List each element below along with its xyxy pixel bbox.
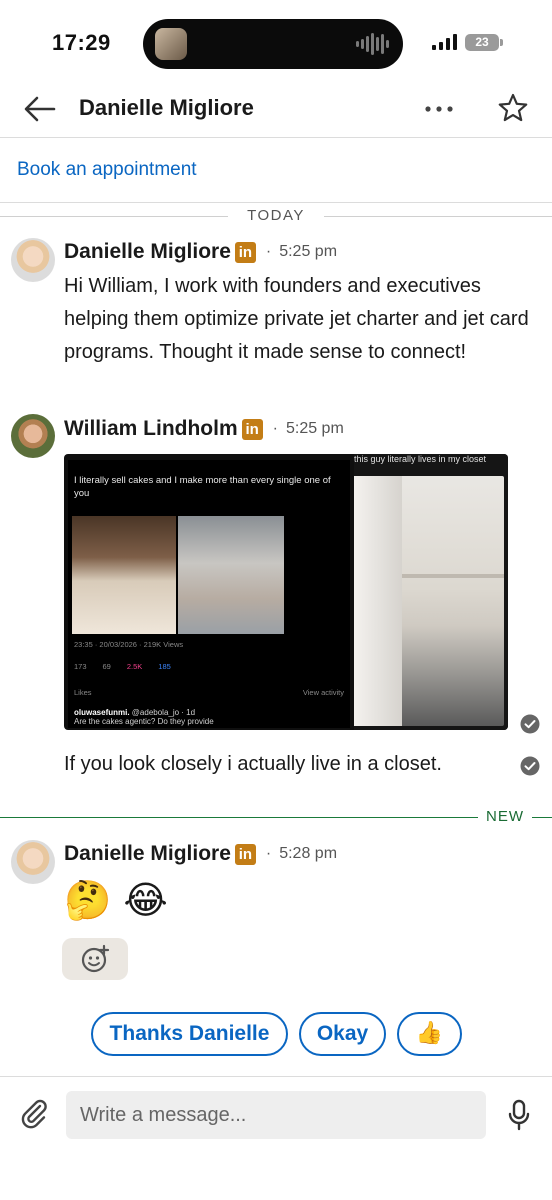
message-time: 5:25 pm [285,420,344,437]
suggestion-okay[interactable]: Okay [299,1012,386,1056]
closet-photo-panel: this guy literally lives in my closet [354,454,508,730]
day-separator: TODAY [0,205,552,227]
suggestion-thanks-danielle[interactable]: Thanks Danielle [91,1012,288,1056]
closet-shelf [402,574,504,578]
tweet-photo-bakery [178,516,284,634]
add-reaction-icon [81,944,110,973]
suggested-replies: Thanks Danielle Okay 👍 [0,1012,552,1058]
linkedin-premium-badge-icon: in [234,241,256,263]
battery-tip [500,39,503,46]
more-options-icon[interactable] [424,104,454,114]
battery-icon: 23 [465,34,499,51]
linkedin-premium-badge-icon: in [241,418,263,440]
tweet-photo-cakes [72,516,176,634]
linkedin-premium-badge-icon: in [234,843,256,865]
tweet-meta: 23:35 · 20/03/2026 · 219K Views [74,640,184,649]
paperclip-icon[interactable] [18,1097,50,1129]
sender-name[interactable]: William Lindholm [64,417,238,441]
likes-label: Likes [74,688,92,697]
message-header: Danielle Migliore in · 5:25 pm [64,237,337,267]
closet-caption: this guy literally lives in my closet [354,454,487,464]
separator-dot: · [265,845,272,862]
message-input[interactable] [66,1091,486,1139]
new-separator-label: NEW [486,808,524,825]
reposts-count: 69 [102,662,111,671]
tweet-reply: oluwasefunmi. @adebola_jo · 1d Are the c… [74,708,214,726]
reply-user: oluwasefunmi. [74,708,130,717]
message-text: Hi William, I work with founders and exe… [64,275,529,363]
tweet-footer: Likes View activity [74,688,344,697]
avatar[interactable] [11,840,55,884]
conversation-header: Danielle Migliore [0,86,552,138]
avatar[interactable] [11,414,55,458]
suggestion-thumbs-up[interactable]: 👍 [397,1012,462,1056]
replies-count: 173 [74,662,87,671]
back-arrow-icon[interactable] [22,94,58,124]
view-activity-label: View activity [302,688,344,697]
message-text: If you look closely i actually live in a… [64,753,442,775]
message-header: William Lindholm in · 5:25 pm [64,414,344,444]
closet-door [354,476,402,726]
star-icon[interactable] [497,92,529,124]
message-header: Danielle Migliore in · 5:28 pm [64,839,337,869]
reply-text: Are the cakes agentic? Do they provide [74,717,214,726]
emoji-message: 🤔 😂 [64,878,168,922]
likes-count: 2.5K [126,662,143,671]
new-messages-separator: NEW [0,806,552,828]
cellular-signal-icon [432,34,457,50]
divider [0,202,552,203]
audio-waveform-icon [356,33,389,55]
message-time: 5:25 pm [279,243,338,260]
avatar[interactable] [11,238,55,282]
bookmarks-count: 185 [158,662,171,671]
message-composer [0,1076,552,1200]
tweet-stats: 173 69 2.5K 185 [74,662,171,671]
now-playing-thumbnail [155,28,187,60]
microphone-icon[interactable] [506,1099,532,1131]
tweet-screenshot: I literally sell cakes and I make more t… [68,460,350,728]
dynamic-island [143,19,403,69]
separator-dot: · [265,243,272,260]
status-bar: 17:29 23 [0,0,552,86]
message-time: 5:28 pm [279,845,338,862]
add-reaction-button[interactable] [62,938,128,980]
tweet-text: I literally sell cakes and I make more t… [74,475,331,499]
read-receipt-check-icon [520,714,540,734]
status-time: 17:29 [52,30,111,55]
sender-name[interactable]: Danielle Migliore [64,240,231,264]
separator-dot: · [272,420,278,437]
reply-handle: @adebola_jo · 1d [131,708,196,717]
shared-image[interactable]: I literally sell cakes and I make more t… [64,454,508,730]
conversation-title[interactable]: Danielle Migliore [79,95,254,121]
sender-name[interactable]: Danielle Migliore [64,842,231,866]
book-appointment-link[interactable]: Book an appointment [17,159,197,181]
read-receipt-check-icon [520,756,540,776]
